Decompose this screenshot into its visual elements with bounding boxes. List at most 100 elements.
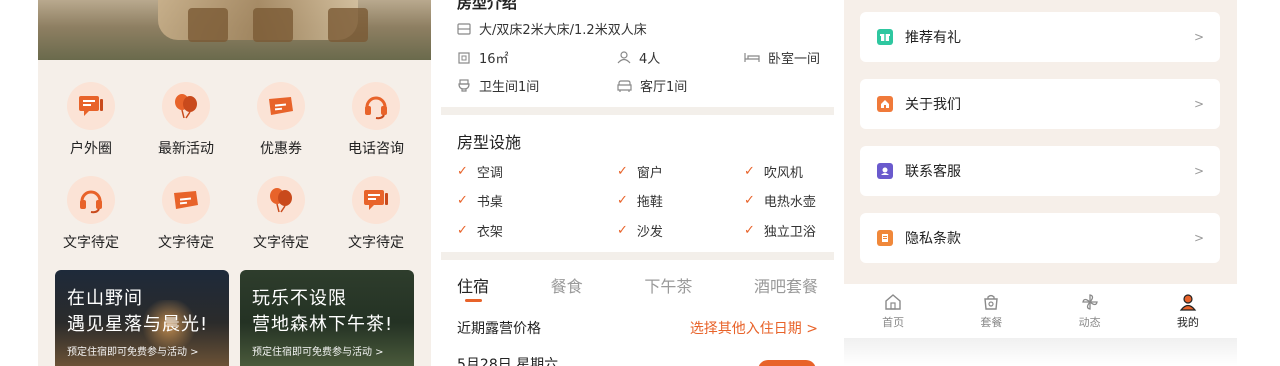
nav-home[interactable]: 首页 [844,284,942,338]
quick-link-outdoor[interactable]: 户外圈 [44,82,138,158]
check-icon: ✓ [617,164,628,179]
quick-link-label: 文字待定 [158,235,214,251]
facility-item: ✓ 电热水壶 [744,191,816,210]
hero-image[interactable] [38,0,431,60]
facility-item: ✓ 衣架 [457,221,503,240]
facilities-title: 房型设施 [457,133,522,152]
tab-afternoon-tea[interactable]: 下午茶 [644,273,692,297]
area-info: 16㎡ [457,48,509,67]
chevron-right-icon: > [1193,30,1204,44]
choose-date-link[interactable]: 选择其他入住日期 > [690,318,818,338]
quick-link-placeholder-4[interactable]: 文字待定 [329,176,423,252]
promo-subtitle-link[interactable]: 预定住宿即可免费参与活动 > [252,343,384,358]
nav-moments[interactable]: 动态 [1041,284,1139,338]
service-icon [877,163,893,179]
facility-label: 书桌 [476,195,503,210]
menu-customer-service[interactable]: 联系客服 > [860,146,1220,196]
facility-label: 电热水壶 [763,195,816,210]
check-icon: ✓ [457,223,468,238]
tab-lodging[interactable]: 住宿 [457,273,489,302]
panel-shadow [844,338,1237,366]
nav-label: 我的 [1176,315,1199,329]
promo-card-tea[interactable]: 玩乐不设限 营地森林下午茶! 预定住宿即可免费参与活动 > [240,270,414,366]
nav-packages[interactable]: 套餐 [942,284,1040,338]
facility-label: 窗户 [636,166,663,181]
menu-about-us[interactable]: 关于我们 > [860,79,1220,129]
bag-icon [984,294,999,310]
quick-link-coupons[interactable]: 优惠券 [234,82,328,158]
quick-link-label: 文字待定 [348,235,404,251]
balloons-icon [162,82,210,130]
menu-privacy-policy[interactable]: 隐私条款 > [860,213,1220,263]
date-label: 5月28日 星期六 [457,357,559,366]
quick-link-placeholder-2[interactable]: 文字待定 [139,176,233,252]
facility-label: 拖鞋 [636,195,663,210]
room-info-title: 房型介绍 [457,0,518,12]
chevron-right-icon: > [1193,231,1204,245]
living-text: 客厅1间 [640,80,688,95]
area-text: 16㎡ [479,52,509,67]
facility-item: ✓ 空调 [457,162,503,181]
profile-panel: 推荐有礼 > 关于我们 > 联系客服 > 隐私条款 > 首页 套餐 动态 我的 [844,0,1237,338]
nav-mine[interactable]: 我的 [1139,284,1237,338]
menu-referral[interactable]: 推荐有礼 > [860,12,1220,62]
menu-label: 隐私条款 [905,231,961,247]
quick-link-events[interactable]: 最新活动 [139,82,233,158]
booking-card: 住宿 餐食 下午茶 酒吧套餐 近期露营价格 选择其他入住日期 > 5月28日 星… [441,260,834,366]
bed-text: 大/双床2米大床/1.2米双人床 [479,23,647,38]
quick-link-placeholder-1[interactable]: 文字待定 [44,176,138,252]
tab-meals[interactable]: 餐食 [551,273,583,297]
hero-chair-shape [253,8,293,42]
facility-item: ✓ 窗户 [617,162,663,181]
hero-chair-shape [188,8,228,42]
promo-title-line2: 营地森林下午茶! [252,314,394,335]
bedroom-icon [744,53,760,62]
quick-link-label: 最新活动 [158,141,214,157]
quick-link-label: 户外圈 [70,141,112,157]
guests-info: 4人 [617,48,660,67]
quick-link-label: 文字待定 [63,235,119,251]
ticket-icon [162,176,210,224]
toilet-icon [458,79,470,92]
room-detail-panel: 房型介绍 大/双床2米大床/1.2米双人床 16㎡ 4人 卧室一间 卫生间1间 … [441,0,834,366]
promo-title-line1: 玩乐不设限 [252,288,347,309]
chat-bubble-icon [352,176,400,224]
facility-item: ✓ 独立卫浴 [744,221,816,240]
facility-label: 空调 [476,166,503,181]
bed-icon [457,22,471,35]
user-icon [1179,293,1197,311]
facility-label: 独立卫浴 [763,225,816,240]
check-icon: ✓ [617,193,628,208]
document-icon [877,230,893,246]
bathroom-info: 卫生间1间 [457,76,539,95]
tab-bar-package[interactable]: 酒吧套餐 [754,273,818,297]
quick-link-placeholder-3[interactable]: 文字待定 [234,176,328,252]
bed-info: 大/双床2米大床/1.2米双人床 [457,19,647,38]
check-icon: ✓ [744,223,755,238]
nav-label: 首页 [882,315,905,329]
book-button[interactable] [758,360,816,366]
quick-link-phone[interactable]: 电话咨询 [329,82,423,158]
gift-icon [877,29,893,45]
quick-link-label: 优惠券 [260,141,302,157]
promo-title-line2: 遇见星落与晨光! [67,314,209,335]
quick-link-label: 电话咨询 [348,141,404,157]
nav-label: 动态 [1078,315,1101,329]
hero-chair-shape [328,8,368,42]
facility-item: ✓ 书桌 [457,191,503,210]
living-info: 客厅1间 [617,76,687,95]
check-icon: ✓ [744,164,755,179]
facility-item: ✓ 拖鞋 [617,191,663,210]
nav-label: 套餐 [980,315,1003,329]
promo-subtitle-link[interactable]: 预定住宿即可免费参与活动 > [67,343,199,358]
check-icon: ✓ [744,193,755,208]
bottom-tab-bar: 首页 套餐 动态 我的 [844,284,1237,338]
promo-card-stars[interactable]: 在山野间 遇见星落与晨光! 预定住宿即可免费参与活动 > [55,270,229,366]
check-icon: ✓ [457,164,468,179]
guests-text: 4人 [639,52,661,67]
chevron-right-icon: > [1193,97,1204,111]
quick-link-label: 文字待定 [253,235,309,251]
promo-title-line1: 在山野间 [67,288,143,309]
facilities-card: 房型设施 ✓ 空调 ✓ 窗户 ✓ 吹风机 ✓ 书桌 ✓ 拖鞋 ✓ 电热水壶 ✓ 衣架 ✓ 沙发 … [441,115,834,252]
bedroom-text: 卧室一间 [768,52,821,67]
